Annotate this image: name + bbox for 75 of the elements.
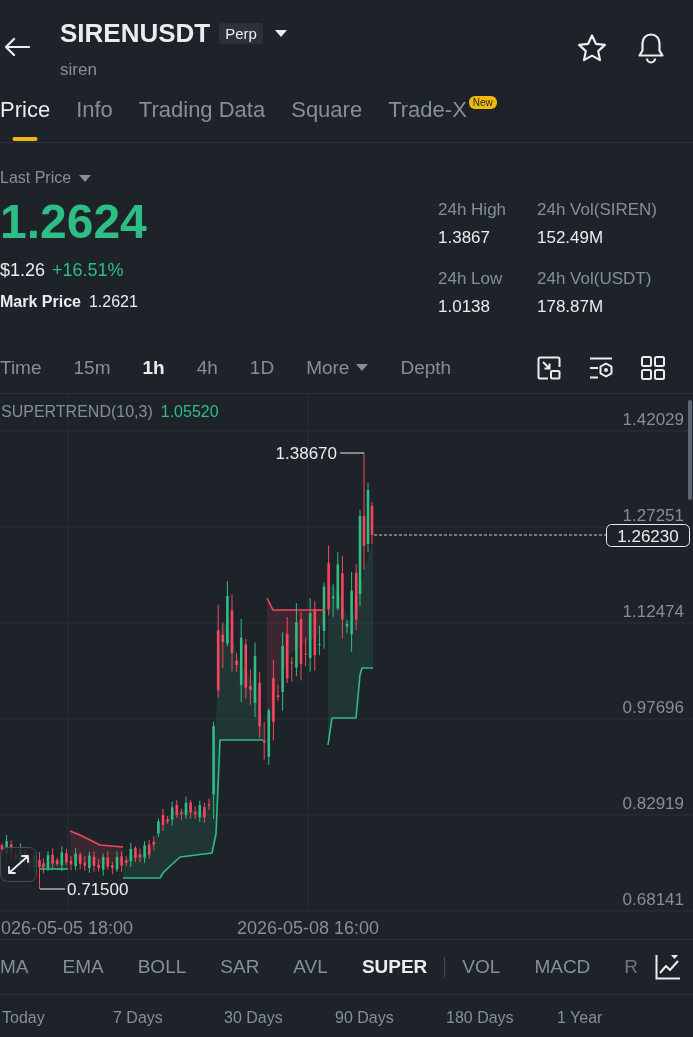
time-axis-label: 2026-05-08 16:00 bbox=[236, 918, 380, 938]
line-chart-icon[interactable] bbox=[655, 954, 681, 980]
low-price-label: 0.71500 bbox=[67, 880, 129, 899]
last-price: 1.2624 bbox=[0, 197, 147, 247]
expand-icon[interactable] bbox=[0, 847, 37, 882]
indicator-tab[interactable]: SUPER bbox=[361, 955, 428, 979]
pair-subtitle: siren bbox=[60, 59, 97, 81]
nav-tab[interactable]: Info bbox=[76, 96, 113, 142]
chart-tab[interactable]: 4h bbox=[196, 355, 218, 380]
new-badge: New bbox=[468, 96, 497, 109]
last-price-tag: 1.26230 bbox=[606, 524, 690, 547]
period-label: 1 Year bbox=[557, 1008, 603, 1028]
stat-label: 24h Vol(USDT) bbox=[537, 268, 652, 290]
indicator-tab[interactable]: R bbox=[624, 955, 639, 979]
price-type-dropdown[interactable]: Last Price bbox=[0, 168, 92, 188]
indicator-value: 1.05520 bbox=[160, 403, 219, 420]
supertrend-up-line bbox=[39, 868, 69, 870]
indicator-tab[interactable]: BOLL bbox=[137, 955, 187, 979]
indicator-tab[interactable]: MACD bbox=[534, 955, 591, 979]
contract-tag: Perp bbox=[219, 22, 263, 44]
chart-tab[interactable]: 1D bbox=[249, 355, 275, 380]
period-label: 180 Days bbox=[446, 1008, 514, 1028]
stat-value: 1.0138 bbox=[438, 296, 490, 318]
dropdown-caret-icon[interactable] bbox=[274, 29, 287, 37]
nav-tab[interactable]: Trade-X New bbox=[388, 96, 497, 142]
stat-label: 24h High bbox=[438, 199, 507, 221]
supertrend-down-line bbox=[266, 597, 326, 611]
star-icon[interactable] bbox=[577, 33, 607, 63]
period-label: Today bbox=[2, 1008, 45, 1028]
stat-value: 1.3867 bbox=[438, 227, 490, 249]
caret-icon bbox=[79, 174, 92, 182]
leader-line bbox=[39, 888, 66, 890]
period-label: 90 Days bbox=[335, 1008, 394, 1028]
pair-title: SIRENUSDT bbox=[60, 18, 211, 48]
supertrend-down-line bbox=[69, 830, 124, 848]
stat-value: 152.49M bbox=[537, 227, 604, 249]
chart-tab[interactable]: 1h bbox=[142, 355, 165, 380]
mark-price-label: Mark Price bbox=[0, 292, 81, 312]
mark-price-value: 1.2621 bbox=[88, 292, 138, 312]
price-change: +16.51% bbox=[52, 259, 124, 282]
nav-tab[interactable]: Price bbox=[0, 96, 51, 142]
period-label: 30 Days bbox=[224, 1008, 283, 1028]
more-dropdown[interactable]: More bbox=[306, 355, 369, 380]
indicator-tab[interactable]: EMA bbox=[62, 955, 104, 979]
price-axis-label: 0.82919 bbox=[622, 794, 684, 813]
caret-icon bbox=[356, 364, 369, 371]
grid-icon[interactable] bbox=[641, 355, 665, 380]
price-axis-label: 1.12474 bbox=[622, 602, 684, 621]
price-axis-label: 0.68141 bbox=[622, 890, 684, 909]
price-axis-label: 1.27251 bbox=[622, 506, 684, 525]
indicator-tab[interactable]: SAR bbox=[220, 955, 260, 979]
nav-tab[interactable]: Trading Data bbox=[138, 96, 266, 142]
price-axis-label: 1.42029 bbox=[622, 410, 684, 429]
indicator-tab[interactable]: VOL bbox=[462, 955, 501, 979]
time-axis-label: 026-05-05 18:00 bbox=[1, 918, 134, 938]
price-axis-label: 0.97696 bbox=[622, 698, 684, 717]
chart-tab[interactable]: Time bbox=[0, 355, 42, 380]
chart-tab[interactable]: Depth bbox=[400, 355, 452, 380]
hexagon-list-icon[interactable] bbox=[589, 355, 613, 380]
notification-bell-icon[interactable] bbox=[637, 32, 665, 64]
stat-value: 178.87M bbox=[537, 296, 604, 318]
high-price-label: 1.38670 bbox=[275, 443, 337, 463]
nav-tab[interactable]: Square bbox=[291, 96, 363, 142]
stat-label: 24h Vol(SIREN) bbox=[537, 199, 657, 221]
indicator-name: SUPERTREND(10,3) bbox=[1, 403, 153, 420]
chart-tab[interactable]: 15m bbox=[73, 355, 111, 380]
indicator-tab[interactable]: AVL bbox=[293, 955, 328, 979]
leader-line bbox=[339, 452, 365, 454]
usd-price: $1.26 bbox=[0, 259, 46, 282]
back-icon[interactable] bbox=[4, 37, 30, 57]
indicator-tab[interactable]: MA bbox=[0, 955, 29, 979]
period-label: 7 Days bbox=[113, 1008, 163, 1028]
scrollbar[interactable] bbox=[688, 400, 692, 500]
window-arrow-icon[interactable] bbox=[537, 355, 561, 380]
stat-label: 24h Low bbox=[438, 268, 503, 290]
